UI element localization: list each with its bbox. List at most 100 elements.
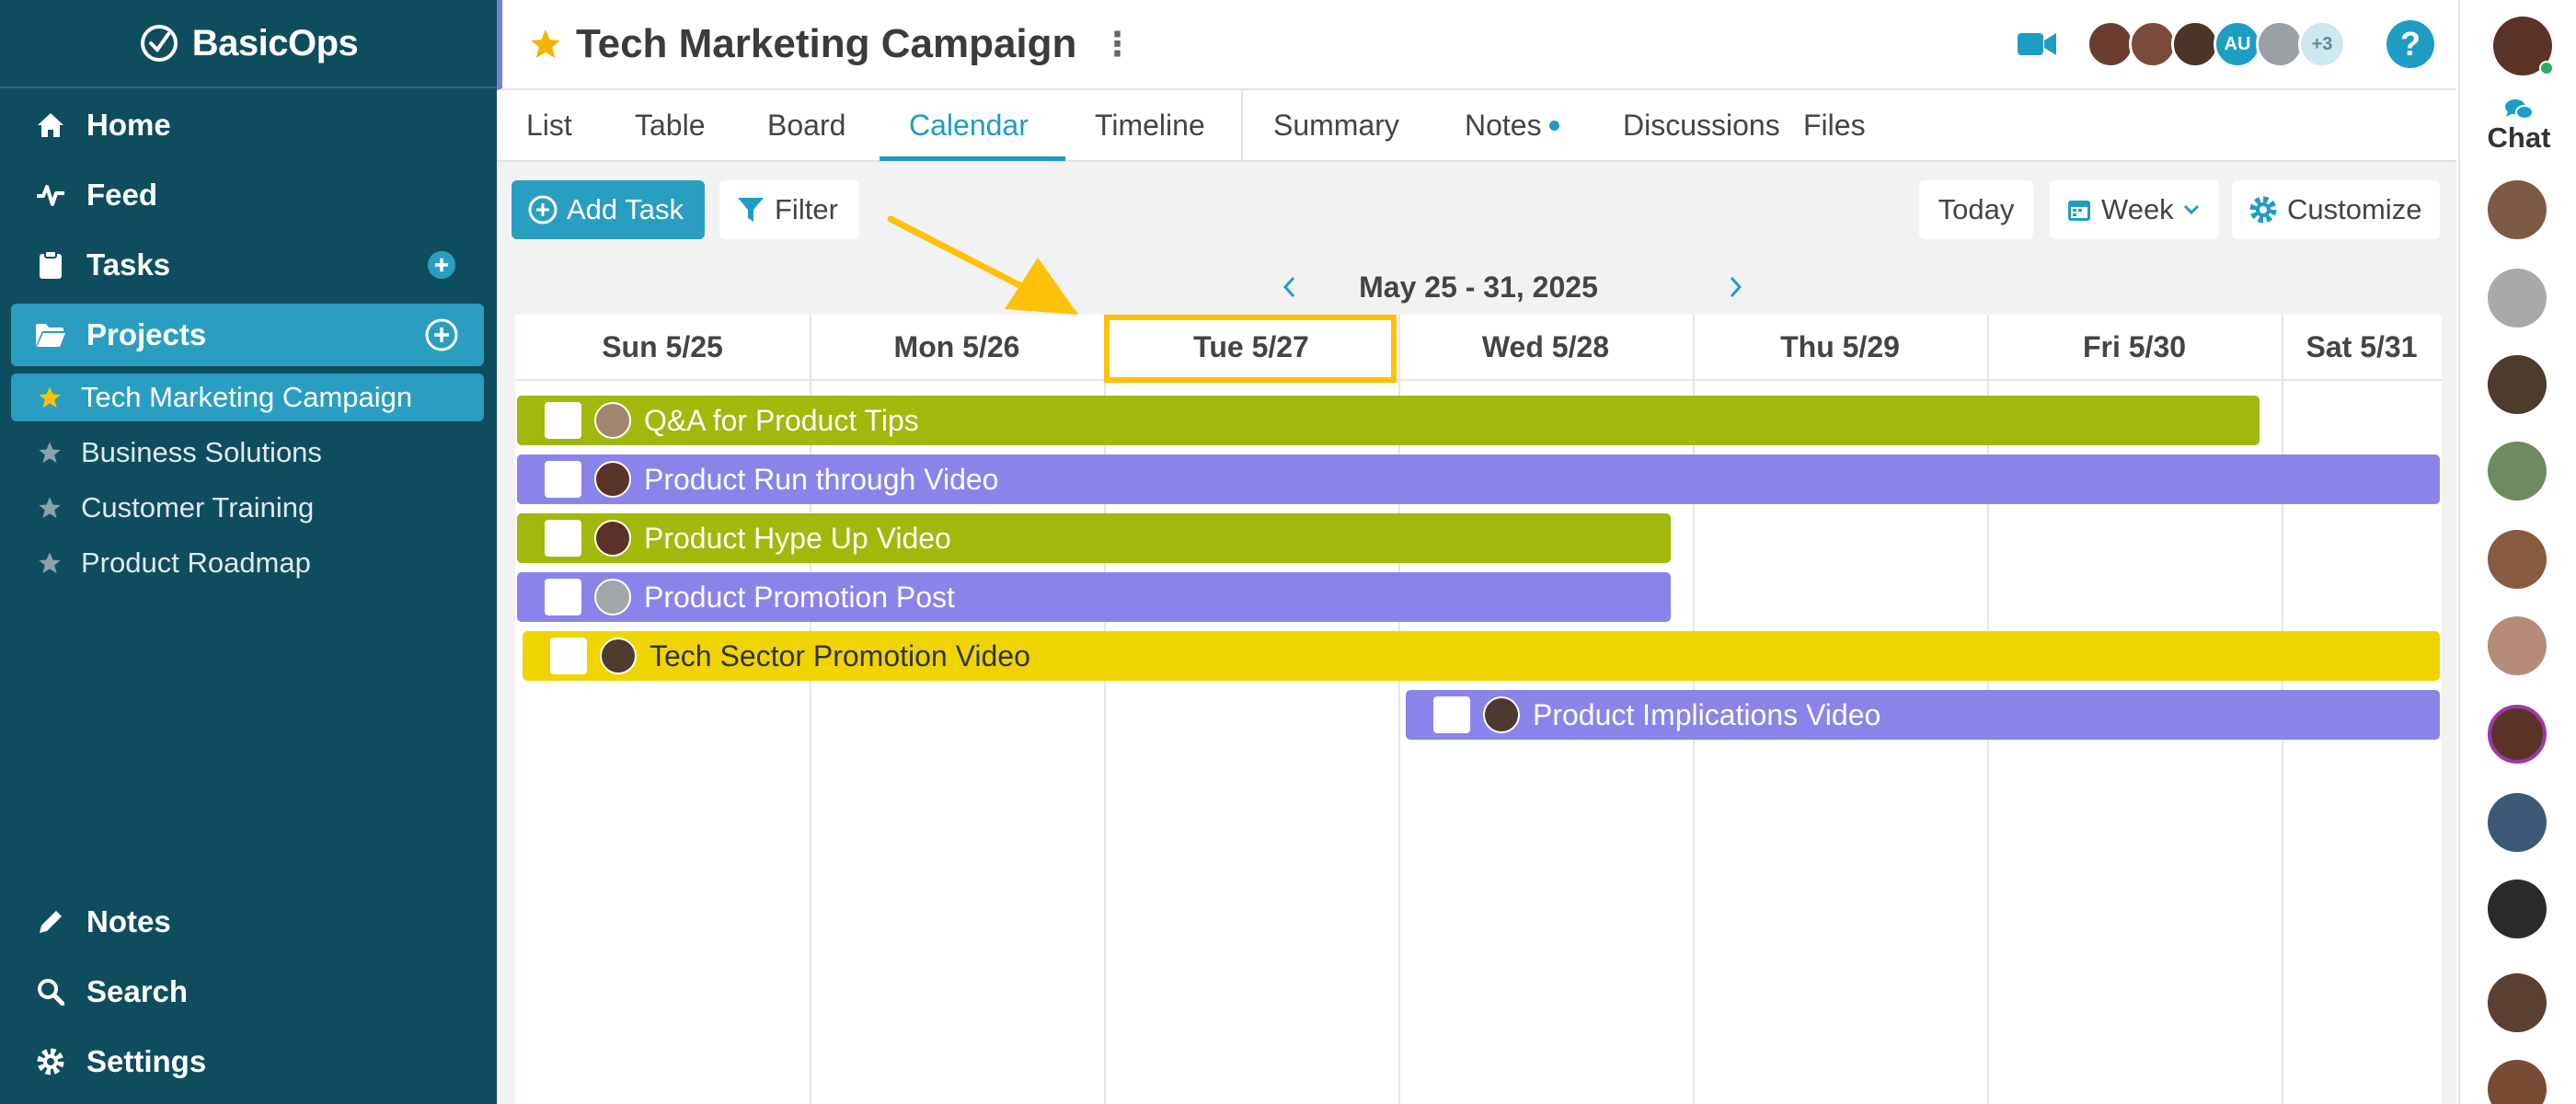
chevron-left-icon[interactable] bbox=[1279, 274, 1301, 300]
project-item-tech-marketing[interactable]: Tech Marketing Campaign bbox=[11, 374, 484, 421]
sidebar-item-settings[interactable]: Settings bbox=[11, 1030, 484, 1093]
task-bar[interactable]: Product Hype Up Video bbox=[517, 513, 1671, 563]
task-checkbox[interactable] bbox=[545, 461, 581, 498]
project-item-business-solutions[interactable]: Business Solutions bbox=[11, 429, 484, 477]
sidebar-item-home[interactable]: Home bbox=[11, 94, 484, 156]
task-bar[interactable]: Product Run through Video bbox=[517, 454, 2440, 504]
more-options-icon[interactable]: ⋮ bbox=[1100, 25, 1133, 63]
sidebar-item-label: Projects bbox=[86, 317, 207, 351]
project-item-customer-training[interactable]: Customer Training bbox=[11, 484, 484, 532]
star-icon[interactable] bbox=[37, 440, 63, 466]
unread-dot bbox=[1548, 120, 1559, 131]
tab-files[interactable]: Files bbox=[1803, 90, 1866, 160]
sidebar-item-search[interactable]: Search bbox=[11, 960, 484, 1023]
project-label: Customer Training bbox=[81, 491, 315, 523]
chevron-down-icon bbox=[2183, 204, 2199, 215]
task-bar[interactable]: Q&A for Product Tips bbox=[517, 396, 2260, 445]
customize-button[interactable]: Customize bbox=[2232, 180, 2440, 239]
sidebar-item-tasks[interactable]: Tasks bbox=[11, 234, 484, 296]
week-grid: Sun 5/25 Mon 5/26 Tue 5/27 Wed 5/28 Thu … bbox=[515, 315, 2442, 1104]
assignee-avatar bbox=[594, 520, 631, 557]
add-task-plus-icon[interactable] bbox=[427, 250, 456, 280]
tab-board[interactable]: Board bbox=[767, 90, 845, 160]
task-title: Product Run through Video bbox=[644, 462, 999, 496]
day-header-mon[interactable]: Mon 5/26 bbox=[810, 315, 1104, 381]
add-task-button[interactable]: Add Task bbox=[512, 180, 705, 239]
sidebar-item-projects[interactable]: Projects bbox=[11, 304, 484, 366]
project-members[interactable]: AU +3 bbox=[2087, 20, 2346, 68]
project-label: Product Roadmap bbox=[81, 546, 311, 579]
sidebar-item-feed[interactable]: Feed bbox=[11, 164, 484, 226]
task-checkbox[interactable] bbox=[545, 520, 581, 557]
active-tab-indicator bbox=[880, 156, 1065, 161]
task-bar[interactable]: Tech Sector Promotion Video bbox=[523, 631, 2440, 681]
chat-contact-avatar[interactable] bbox=[2488, 1060, 2547, 1104]
filter-button[interactable]: Filter bbox=[719, 180, 859, 239]
star-filled-icon[interactable] bbox=[37, 385, 63, 410]
calendar-view: Add Task Filter Today Week Customize May… bbox=[497, 162, 2456, 1104]
day-header-wed[interactable]: Wed 5/28 bbox=[1398, 315, 1693, 381]
day-header-sat[interactable]: Sat 5/31 bbox=[2282, 315, 2442, 381]
chat-contact-avatar[interactable] bbox=[2488, 442, 2547, 500]
project-item-product-roadmap[interactable]: Product Roadmap bbox=[11, 539, 484, 587]
task-checkbox[interactable] bbox=[545, 402, 581, 439]
task-checkbox[interactable] bbox=[550, 638, 587, 674]
chat-contact-avatar[interactable] bbox=[2488, 355, 2547, 414]
tab-notes[interactable]: Notes bbox=[1465, 90, 1559, 160]
sidebar-item-label: Notes bbox=[86, 904, 171, 938]
chat-contact-avatar[interactable] bbox=[2488, 705, 2547, 764]
day-header-fri[interactable]: Fri 5/30 bbox=[1987, 315, 2282, 381]
chat-rail: Chat bbox=[2458, 0, 2576, 1104]
task-bar[interactable]: Product Promotion Post bbox=[517, 572, 1671, 622]
sidebar-item-label: Feed bbox=[86, 178, 158, 212]
tab-summary[interactable]: Summary bbox=[1273, 90, 1399, 160]
online-indicator bbox=[2539, 61, 2554, 75]
more-members-badge[interactable]: +3 bbox=[2298, 20, 2346, 68]
highlight-arrow-icon bbox=[887, 215, 1078, 315]
tab-calendar[interactable]: Calendar bbox=[909, 90, 1029, 160]
video-call-icon[interactable] bbox=[2017, 29, 2057, 59]
tab-timeline[interactable]: Timeline bbox=[1095, 90, 1205, 160]
day-header-thu[interactable]: Thu 5/29 bbox=[1693, 315, 1987, 381]
app-logo[interactable]: BasicOps bbox=[0, 0, 497, 88]
assignee-avatar bbox=[600, 638, 637, 674]
chat-contact-avatar[interactable] bbox=[2488, 973, 2547, 1032]
assignee-avatar bbox=[594, 461, 631, 498]
today-button[interactable]: Today bbox=[1919, 180, 2033, 239]
chat-label: Chat bbox=[2487, 121, 2551, 154]
member-avatar[interactable] bbox=[2087, 20, 2134, 68]
member-avatar[interactable] bbox=[2129, 20, 2177, 68]
clipboard-icon bbox=[35, 249, 66, 281]
sidebar-item-notes[interactable]: Notes bbox=[11, 891, 484, 953]
chat-contact-avatar[interactable] bbox=[2488, 880, 2547, 938]
assignee-avatar bbox=[1483, 696, 1520, 733]
tab-discussions[interactable]: Discussions bbox=[1623, 90, 1780, 160]
member-avatar[interactable] bbox=[2171, 20, 2219, 68]
task-bar[interactable]: Product Implications Video bbox=[1406, 690, 2440, 740]
task-checkbox[interactable] bbox=[1433, 696, 1470, 733]
star-icon[interactable] bbox=[37, 550, 63, 576]
view-tabs: List Table Board Calendar Timeline Summa… bbox=[497, 90, 2456, 162]
help-button[interactable]: ? bbox=[2386, 20, 2434, 68]
check-circle-logo-icon bbox=[140, 25, 178, 62]
chat-header[interactable]: Chat bbox=[2460, 90, 2576, 162]
project-label: Business Solutions bbox=[81, 436, 322, 468]
chevron-right-icon[interactable] bbox=[1724, 274, 1746, 300]
star-icon[interactable] bbox=[37, 495, 63, 521]
chat-contact-avatar[interactable] bbox=[2488, 180, 2547, 239]
member-avatar[interactable] bbox=[2256, 20, 2304, 68]
filter-icon bbox=[738, 198, 764, 222]
chat-contact-avatar[interactable] bbox=[2488, 530, 2547, 589]
add-project-plus-icon[interactable] bbox=[425, 318, 458, 351]
customize-label: Customize bbox=[2287, 193, 2422, 225]
week-dropdown[interactable]: Week bbox=[2050, 180, 2219, 239]
tab-list[interactable]: List bbox=[526, 90, 572, 160]
member-avatar-initials[interactable]: AU bbox=[2214, 20, 2261, 68]
chat-contact-avatar[interactable] bbox=[2488, 793, 2547, 852]
task-checkbox[interactable] bbox=[545, 579, 581, 615]
star-filled-icon[interactable] bbox=[528, 27, 563, 62]
chat-contact-avatar[interactable] bbox=[2488, 269, 2547, 328]
tab-table[interactable]: Table bbox=[635, 90, 706, 160]
chat-contact-avatar[interactable] bbox=[2488, 616, 2547, 675]
day-header-sun[interactable]: Sun 5/25 bbox=[515, 315, 810, 381]
